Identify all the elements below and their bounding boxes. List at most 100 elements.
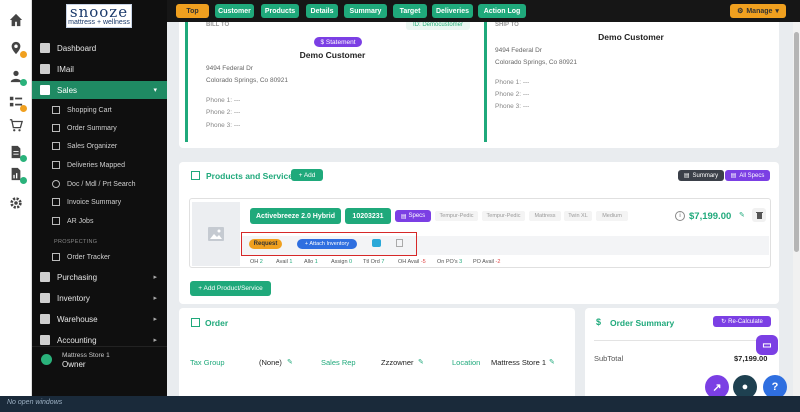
sidebar-subitem-shopping-cart[interactable]: Shopping Cart — [52, 102, 167, 118]
delete-item-button[interactable] — [752, 208, 766, 222]
bill-to-phone-1: Phone 1: --- — [206, 97, 241, 104]
recalculate-button[interactable]: ↻ Re-Calculate — [713, 316, 771, 327]
sidebar-subitem-ar-jobs[interactable]: AR Jobs — [52, 213, 167, 229]
chat-panel-button[interactable]: ▭ — [756, 335, 778, 355]
nav-details-button[interactable]: Details — [306, 4, 338, 18]
dollar-icon: $ — [596, 317, 602, 327]
page-scrollbar[interactable] — [793, 22, 800, 396]
nav-target-label: Target — [399, 7, 421, 15]
bill-to-phone-3: Phone 3: --- — [206, 122, 241, 129]
request-label: Request — [253, 241, 278, 247]
sidebar-item-inventory[interactable]: Inventory ▸ — [32, 289, 167, 307]
sidebar-subitem-order-tracker[interactable]: Order Tracker — [52, 249, 167, 265]
nav-top-button[interactable]: Top — [176, 4, 209, 18]
tax-group-label: Tax Group — [190, 358, 225, 367]
report-icon[interactable] — [8, 166, 27, 184]
request-button[interactable]: Request — [249, 239, 282, 249]
nav-customer-button[interactable]: Customer — [215, 4, 254, 18]
summary-label: Summary — [692, 172, 719, 179]
add-product-service-button[interactable]: + Add Product/Service — [190, 281, 271, 296]
attach-inventory-label: + Attach Inventory — [304, 241, 350, 247]
tag-vendor-label: Tempur-Pedic — [486, 213, 521, 219]
sidebar-item-dashboard[interactable]: Dashboard — [32, 39, 167, 57]
summary-icon: ▤ — [683, 173, 690, 179]
invoice-icon — [52, 198, 60, 206]
nav-summary-button[interactable]: Summary — [344, 4, 387, 18]
product-code-label: 10203231 — [352, 212, 384, 220]
edit-location-icon[interactable]: ✎ — [549, 358, 555, 366]
stat-on-hand-available: OH Avail -5 — [398, 259, 426, 265]
bill-to-customer-name[interactable]: Demo Customer — [188, 50, 477, 60]
inventory-icon — [40, 293, 50, 303]
taskbar: No open windows — [0, 396, 800, 412]
store-selector[interactable]: Mattress Store 1 Owner — [32, 346, 167, 372]
sidebar-subitem-deliveries-mapped[interactable]: Deliveries Mapped — [52, 157, 167, 173]
search-icon — [52, 180, 60, 188]
sidebar-item-purchasing[interactable]: Purchasing ▸ — [32, 268, 167, 286]
statement-badge[interactable]: $ Statement — [314, 37, 362, 47]
sidebar-subitem-label: Order Summary — [67, 124, 117, 132]
sidebar-item-imail[interactable]: IMail — [32, 60, 167, 78]
document-icon[interactable] — [8, 144, 27, 162]
document-icon[interactable] — [396, 239, 403, 247]
chevron-down-icon: ▾ — [775, 8, 779, 15]
specs-button[interactable]: ▤ Specs — [395, 210, 431, 222]
manage-dropdown[interactable]: ⚙ Manage ▾ — [730, 4, 786, 18]
subtotal-label: SubTotal — [594, 354, 624, 363]
add-product-small-button[interactable]: + Add — [291, 169, 323, 181]
sidebar: snooze mattress + wellness Dashboard IMa… — [32, 0, 167, 396]
sidebar-item-warehouse[interactable]: Warehouse ▸ — [32, 310, 167, 328]
location-label: Location — [452, 358, 481, 367]
summary-button[interactable]: ▤ Summary — [678, 170, 724, 181]
sidebar-item-sales[interactable]: Sales ▾ — [32, 81, 167, 99]
edit-price-icon[interactable]: ✎ — [739, 211, 745, 219]
section-label-prospecting: PROSPECTING — [54, 239, 98, 245]
sidebar-subitem-invoice-summary[interactable]: Invoice Summary — [52, 194, 167, 210]
attach-inventory-button[interactable]: + Attach Inventory — [297, 239, 357, 249]
cart-icon[interactable] — [8, 117, 24, 133]
scrollbar-thumb[interactable] — [794, 32, 799, 252]
sidebar-subitem-sales-organizer[interactable]: Sales Organizer — [52, 138, 167, 154]
nav-customer-label: Customer — [218, 7, 251, 15]
camera-icon[interactable] — [372, 239, 381, 247]
sidebar-subitem-doc-search[interactable]: Doc / Mdl / Prt Search — [52, 176, 167, 192]
store-role: Owner — [62, 360, 86, 369]
location-icon[interactable] — [8, 40, 27, 58]
gear-icon[interactable] — [8, 195, 24, 211]
nav-deliveries-button[interactable]: Deliveries — [432, 4, 473, 18]
user-icon[interactable] — [8, 68, 27, 86]
address-card: BILL TO ID: Democustomer $ Statement Dem… — [179, 22, 779, 148]
home-icon[interactable] — [8, 12, 24, 28]
map-icon — [52, 161, 60, 169]
all-specs-label: All Specs — [739, 172, 765, 179]
ship-to-customer-name[interactable]: Demo Customer — [487, 32, 775, 42]
bill-to-address-line-2: Colorado Springs, Co 80921 — [206, 77, 289, 84]
statement-label: $ Statement — [320, 38, 356, 46]
warehouse-icon — [40, 314, 50, 324]
tracker-icon — [52, 253, 60, 261]
all-specs-button[interactable]: ▤ All Specs — [725, 170, 770, 181]
nav-target-button[interactable]: Target — [393, 4, 427, 18]
bill-to-box: BILL TO ID: Democustomer $ Statement Dem… — [185, 22, 474, 142]
chat-bubble-icon: ● — [741, 381, 749, 393]
nav-products-button[interactable]: Products — [261, 4, 299, 18]
stat-value: -2 — [495, 259, 501, 265]
location-value: Mattress Store 1 — [491, 358, 547, 367]
checklist-icon[interactable] — [8, 94, 27, 112]
nav-action-log-label: Action Log — [483, 7, 521, 15]
sidebar-subitem-label: Order Tracker — [67, 253, 111, 261]
product-code-button[interactable]: 10203231 — [345, 208, 391, 224]
sidebar-subitem-label: Doc / Mdl / Prt Search — [67, 180, 136, 188]
refresh-icon: ↻ — [721, 319, 727, 325]
product-name-button[interactable]: Activebreeze 2.0 Hybrid — [250, 208, 341, 224]
ship-to-phone-2: Phone 2: --- — [495, 91, 530, 98]
sidebar-item-label: Purchasing — [57, 272, 98, 282]
customer-id-pill[interactable]: ID: Democustomer — [406, 22, 470, 30]
edit-sales-rep-icon[interactable]: ✎ — [418, 358, 424, 366]
sidebar-subitem-order-summary[interactable]: Order Summary — [52, 120, 167, 136]
brand-logo[interactable]: snooze mattress + wellness — [66, 4, 132, 28]
ship-to-address-line-1: 9494 Federal Dr — [495, 47, 542, 54]
nav-action-log-button[interactable]: Action Log — [478, 4, 526, 18]
edit-tax-group-icon[interactable]: ✎ — [287, 358, 293, 366]
info-icon[interactable]: i — [675, 211, 685, 221]
